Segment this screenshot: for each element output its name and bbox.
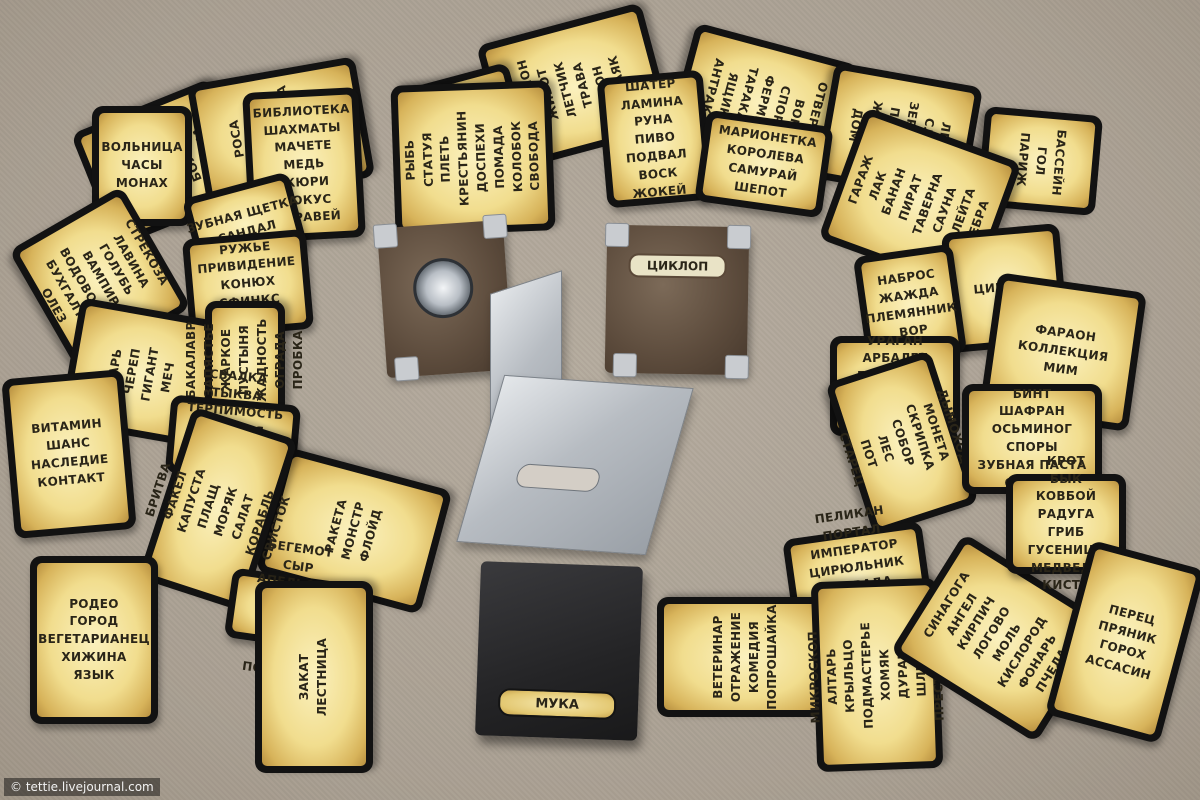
card-word: РОДЕО [69,596,119,611]
card-word: МИКРОСКОП [805,630,823,724]
card-face: ВЕТЕРИНАР ОТРАЖЕНИЕ КОМЕДИЯ ПОПРОШАЙКА [664,604,828,710]
card-word: КОНЮХ [219,273,276,293]
word-card: ВИТАМИН ШАНС НАСЛЕДИЕ КОНТАКТ [1,368,137,540]
card-word: ВЕТЕРИНАР [711,615,726,699]
card-word: БАССЕЙН [1048,128,1069,197]
card-word: БИНТ [1012,386,1052,401]
card-word: ОСЬМИНОГ [991,422,1073,437]
metal-corner [604,222,630,248]
card-word: КРОТ [1046,453,1086,468]
card-word: ПОДВАЛ [625,146,688,166]
metal-corner [612,352,638,378]
card-word: ОТРАЖЕНИЕ [729,611,744,703]
word-card: РЫБЬ СТАТУЯ ПЛЕТЬ КРЕСТЬЯНИН ДОСПЕХИ ПОМАДА КО… [390,80,556,236]
metal-corner [482,213,508,240]
card-word: ГРИБ [1047,525,1085,539]
metal-corner [372,223,399,249]
card-word: ЗАКАТ [297,653,312,701]
card-face: РЫБЬ СТАТУЯ ПЛЕТЬ КРЕСТЬЯНИН ДОСПЕХИ ПОМАДА КО… [397,87,549,229]
card-face: ВИТАМИН ШАНС НАСЛЕДИЕ КОНТАКТ [8,376,130,532]
stand-word: ЦИКЛОП [646,258,709,274]
card-face: ПЕРЕЦ ПРЯНИК ГОРОХ АССАСИН [1053,548,1197,736]
card-word: ПРИВИДЕНИЕ [196,254,296,277]
card-word: ЯЗЫК [73,667,115,682]
card-word: МЕЧ [157,361,177,394]
card-word: АЛТАРЬ [823,648,840,706]
card-deck[interactable]: МУКА [475,561,643,741]
card-word: ВОСК [637,164,679,183]
card-word: ГОРОД [69,614,119,629]
card-word: МЕДЬ [283,156,325,173]
card-word: ГОЛ [1032,146,1050,176]
card-word: РУНА [633,111,674,130]
card-word: ВЕГЕТАРИАНЕЦ [38,632,150,647]
card-word: БАКАЛАВР [183,321,198,399]
card-word: ХИЖИНА [61,649,127,664]
card-face: ШАТЕР ЛАМИНА РУНА ПИВО ПОДВАЛ ВОСК ЖОКЕЙ [604,75,706,201]
card-word: МАЧЕТЕ [274,137,333,155]
card-word: ПЛЕТЬ [437,135,454,183]
card-word: ШАФРАН [999,404,1065,419]
card-word: ШАХМАТЫ [263,119,342,138]
word-card: МАРИОНЕТКА КОРОЛЕВА САМУРАЙ ШЕПОТ [694,109,834,219]
card-face: РОДЕО ГОРОД ВЕГЕТАРИАНЕЦ ХИЖИНА ЯЗЫК [37,563,151,717]
card-word: ВИТАМИН [30,416,103,437]
card-word: ШАТЕР [624,75,677,95]
metal-corner [724,354,750,380]
word-card: РОДЕО ГОРОД ВЕГЕТАРИАНЕЦ ХИЖИНА ЯЗЫК [30,556,158,724]
watermark: © tettie.livejournal.com [4,778,160,796]
card-word: ЛАМИНА [620,92,684,113]
card-word: РАДУГА [1037,507,1095,522]
card-word: ЖОКЕЙ [631,181,688,201]
card-word: ДОСПЕХИ [472,122,490,193]
card-word: ПИВО [634,129,676,147]
card-word: ЧАСЫ [121,158,163,173]
deck-label-plate: МУКА [497,687,617,721]
card-word: УРАГАН [866,333,924,348]
card-face: МАРИОНЕТКА КОРОЛЕВА САМУРАЙ ШЕПОТ [702,117,826,211]
card-word: КОНТАКТ [36,469,106,490]
card-word: СПОРЫ [1006,440,1058,454]
card-word: ШЕПОТ [733,178,788,201]
card-face: ЗАКАТ ЛЕСТНИЦА [262,588,366,766]
card-word: ШАНС [45,435,91,454]
card-word: ЛЕСТНИЦА [315,637,329,717]
card-word: МОНАХ [115,175,169,190]
card-word: ОГРАДА [272,331,287,389]
card-word: МИМ [1042,359,1079,379]
card-word: РУЖЬЕ [218,238,272,257]
card-word: БЫК [1049,471,1083,486]
holder-slot [513,463,603,493]
card-word: РЫБЬ [402,139,418,181]
card-word: КРЫЛЬЦО [841,638,858,713]
deck-label: МУКА [535,695,580,713]
card-word: СВОБОДА [526,120,543,191]
card-word: ПОДМАСТЕРЬЕ [858,621,877,729]
card-word: ПРОБКА [290,330,305,390]
card-word: СТАТУЯ [419,131,436,188]
sand-timer-dial-icon[interactable] [411,256,476,321]
card-word: ПОМАДА [490,125,507,189]
card-word: БИБЛИОТЕКА [252,101,350,121]
card-word: КОМЕДИЯ [747,620,761,694]
card-word: ПОПРОШАЙКА [764,604,779,710]
card-word: КРЕСТЬЯНИН [454,110,472,207]
metal-corner [726,224,752,250]
metal-corner [393,356,420,382]
word-card: ЗАКАТ ЛЕСТНИЦА [255,581,373,773]
stand-word-window: ЦИКЛОП [628,253,727,279]
card-word: ХОМЯК [877,648,893,701]
card-word: ТЫКВА [211,384,263,403]
card-word: ВОЛЬНИЦА [101,140,183,155]
card-word: КОВБОЙ [1035,489,1097,504]
card-stand-right[interactable]: ЦИКЛОП [604,222,752,380]
card-word: КОЛОБОК [508,120,525,193]
game-table-scene: ГУБКАКОБРАПЛАМЯПУШКАБОЛОТОКОМА РОСАТУНЕЛ… [0,0,1200,800]
